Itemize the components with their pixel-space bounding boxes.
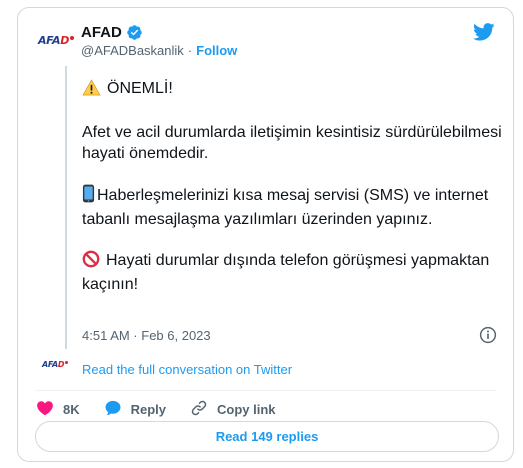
- author-handle[interactable]: @AFADBaskanlik: [81, 43, 184, 58]
- like-count: 8K: [63, 402, 80, 417]
- afad-logo: AFAD: [37, 33, 75, 47]
- author-name-row: AFAD: [81, 24, 143, 41]
- mobile-phone-icon: [82, 184, 95, 209]
- tweet-paragraph: ÖNEMLİ!: [82, 78, 502, 102]
- afad-avatar-small[interactable]: AFAD: [42, 360, 69, 369]
- follow-link[interactable]: Follow: [196, 43, 237, 58]
- paragraph-text: ÖNEMLİ!: [107, 80, 173, 97]
- afad-logo-small: AFAD: [42, 360, 69, 369]
- divider: [35, 390, 497, 391]
- tweet-paragraph: Hayati durumlar dışında telefon görüşmes…: [82, 250, 502, 295]
- logo-text-red: D: [57, 360, 65, 369]
- tweet-actions: 8K Reply Copy link: [36, 399, 300, 420]
- copy-link-button[interactable]: Copy link: [190, 399, 276, 420]
- copy-link-label: Copy link: [217, 402, 276, 417]
- embedded-tweet-card: AFAD AFAD @AFADBaskanlik · Follow ÖNEMLİ…: [17, 7, 514, 462]
- read-full-conversation-link[interactable]: Read the full conversation on Twitter: [82, 362, 292, 377]
- link-icon: [190, 399, 208, 420]
- separator-dot: ·: [187, 43, 193, 58]
- reply-button[interactable]: Reply: [104, 399, 166, 420]
- tweet-timestamp[interactable]: 4:51 AM · Feb 6, 2023: [82, 328, 211, 343]
- info-icon[interactable]: [479, 326, 497, 344]
- logo-dot: [65, 361, 69, 364]
- logo-dot: [70, 35, 75, 40]
- verified-badge-icon: [126, 24, 143, 41]
- paragraph-text: Hayati durumlar dışında telefon görüşmes…: [82, 252, 490, 293]
- prohibited-icon: [82, 250, 100, 274]
- author-handle-row: @AFADBaskanlik · Follow: [81, 43, 237, 58]
- author-display-name[interactable]: AFAD: [81, 24, 122, 41]
- like-button[interactable]: 8K: [36, 399, 80, 420]
- twitter-bird-icon[interactable]: [473, 23, 495, 41]
- logo-text-blue: AFA: [42, 360, 58, 369]
- tweet-paragraph: Afet ve acil durumlarda iletişimin kesin…: [82, 124, 502, 162]
- reply-label: Reply: [130, 402, 167, 417]
- read-replies-button[interactable]: Read 149 replies: [35, 421, 499, 452]
- thread-line: [65, 66, 67, 349]
- afad-avatar[interactable]: AFAD: [37, 28, 75, 52]
- warning-icon: [82, 79, 101, 102]
- logo-text-red: D: [60, 33, 70, 47]
- heart-icon: [36, 399, 54, 420]
- paragraph-text: Haberleşmelerinizi kısa mesaj servisi (S…: [82, 187, 489, 228]
- logo-text-blue: AFA: [37, 33, 61, 47]
- tweet-text: ÖNEMLİ! Afet ve acil durumlarda iletişim…: [82, 78, 502, 315]
- reply-bubble-icon: [104, 399, 122, 420]
- tweet-paragraph: Haberleşmelerinizi kısa mesaj servisi (S…: [82, 184, 502, 230]
